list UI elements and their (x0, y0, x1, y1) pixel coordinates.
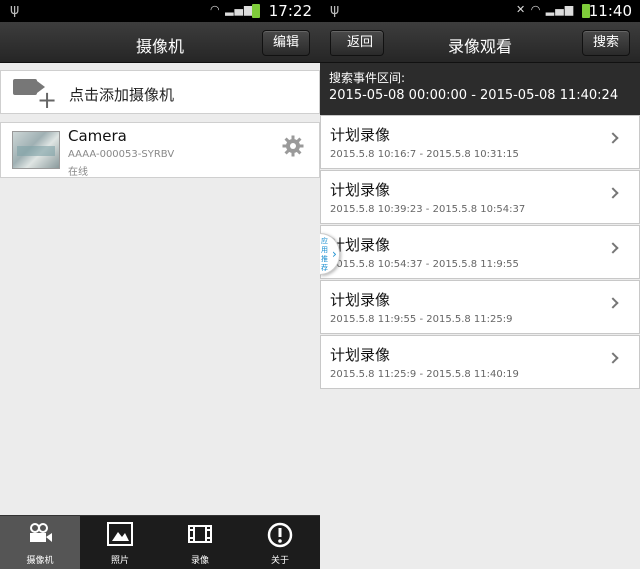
recording-item[interactable]: 计划录像 2015.5.8 10:39:23 - 2015.5.8 10:54:… (320, 170, 640, 224)
recording-time: 2015.5.8 10:39:23 - 2015.5.8 10:54:37 (330, 204, 526, 215)
tab-camera-label: 摄像机 (26, 556, 54, 566)
tab-photos-label: 照片 (110, 556, 129, 566)
photo-icon (107, 522, 133, 546)
chevron-right-icon (607, 297, 619, 309)
status-bar: ψ ◠ ▂▄▆ 17:22 (0, 0, 320, 22)
recording-list-screen: ψ ✕ ◠ ▂▄▆ 11:40 返回 录像观看 搜索 搜索事件区间: 2015-… (320, 0, 640, 569)
status-time: 11:40 (588, 2, 632, 20)
tab-photos[interactable]: 照片 (80, 516, 160, 569)
bottom-tab-bar: 摄像机 照片 录像 关于 (0, 515, 320, 569)
tab-recordings[interactable]: 录像 (160, 516, 240, 569)
recording-time: 2015.5.8 10:54:37 - 2015.5.8 11:9:55 (330, 259, 519, 270)
add-camera-row[interactable]: + 点击添加摄像机 (0, 70, 320, 114)
chevron-right-icon: › (332, 247, 337, 261)
tab-camera[interactable]: 摄像机 (0, 516, 80, 569)
wifi-signal-icon: ◠ ▂▄▆ (210, 3, 254, 16)
battery-icon (252, 4, 260, 18)
mute-wifi-signal-icon: ✕ ◠ ▂▄▆ (516, 3, 575, 16)
recording-item[interactable]: 计划录像 2015.5.8 10:54:37 - 2015.5.8 11:9:5… (320, 225, 640, 279)
search-range-panel: 搜索事件区间: 2015-05-08 00:00:00 - 2015-05-08… (320, 63, 640, 115)
recording-title: 计划录像 (330, 346, 391, 364)
recording-title: 计划录像 (330, 291, 391, 309)
camera-name: Camera (68, 127, 127, 145)
chevron-right-icon (607, 132, 619, 144)
tab-about[interactable]: 关于 (240, 516, 320, 569)
camera-list-item[interactable]: Camera AAAA-000053-SYRBV 在线 (0, 122, 320, 178)
title-bar: 摄像机 编辑 (0, 22, 320, 63)
recording-time: 2015.5.8 11:25:9 - 2015.5.8 11:40:19 (330, 369, 519, 380)
add-camera-label: 点击添加摄像机 (69, 86, 175, 104)
film-icon (188, 525, 212, 543)
usb-icon: ψ (330, 2, 340, 18)
tab-recordings-label: 录像 (190, 556, 209, 566)
video-camera-icon (13, 79, 37, 95)
recording-time: 2015.5.8 10:16:7 - 2015.5.8 10:31:15 (330, 149, 519, 160)
search-range-label: 搜索事件区间: (329, 71, 406, 85)
chevron-right-icon (607, 242, 619, 254)
title-bar: 返回 录像观看 搜索 (320, 22, 640, 63)
info-icon (267, 522, 293, 548)
camera-list-screen: ψ ◠ ▂▄▆ 17:22 摄像机 编辑 + 点击添加摄像机 Camera AA… (0, 0, 320, 569)
camera-id: AAAA-000053-SYRBV (68, 149, 175, 160)
gear-icon[interactable] (281, 134, 305, 158)
camera-icon (30, 523, 52, 542)
camera-thumbnail (12, 131, 60, 169)
chevron-right-icon (607, 187, 619, 199)
recording-item[interactable]: 计划录像 2015.5.8 10:16:7 - 2015.5.8 10:31:1… (320, 115, 640, 169)
recording-title: 计划录像 (330, 181, 391, 199)
edit-button[interactable]: 编辑 (261, 30, 310, 56)
chevron-right-icon (607, 352, 619, 364)
camera-status: 在线 (68, 167, 88, 178)
search-range-value: 2015-05-08 00:00:00 - 2015-05-08 11:40:2… (329, 88, 619, 103)
status-time: 17:22 (268, 2, 312, 20)
tab-about-label: 关于 (270, 556, 289, 566)
search-button[interactable]: 搜索 (581, 30, 630, 56)
recording-item[interactable]: 计划录像 2015.5.8 11:9:55 - 2015.5.8 11:25:9 (320, 280, 640, 334)
usb-icon: ψ (10, 2, 20, 18)
plus-icon: + (37, 86, 58, 114)
app-recommend-label: 应用推荐 (321, 237, 328, 272)
status-bar: ψ ✕ ◠ ▂▄▆ 11:40 (320, 0, 640, 22)
recording-item[interactable]: 计划录像 2015.5.8 11:25:9 - 2015.5.8 11:40:1… (320, 335, 640, 389)
recording-title: 计划录像 (330, 126, 391, 144)
recording-time: 2015.5.8 11:9:55 - 2015.5.8 11:25:9 (330, 314, 513, 325)
